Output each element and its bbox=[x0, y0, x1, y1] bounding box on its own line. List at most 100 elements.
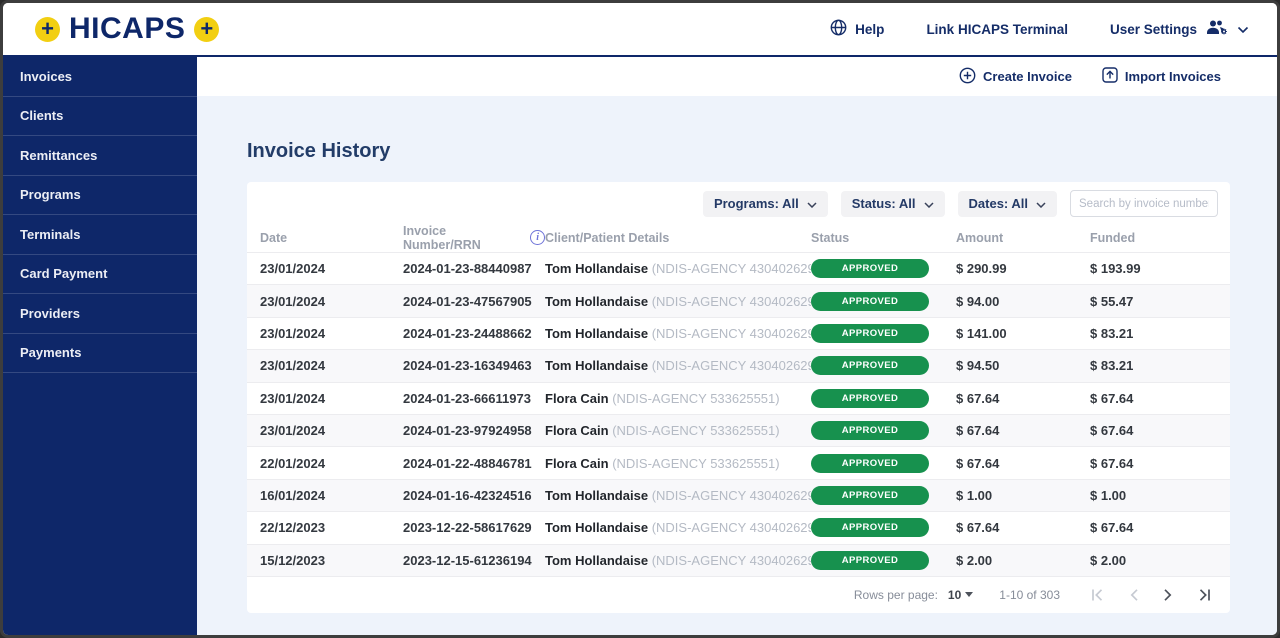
user-settings-menu[interactable]: User Settings bbox=[1110, 19, 1249, 39]
row-client-program: (NDIS-AGENCY 430402629) bbox=[652, 553, 811, 568]
rows-per-page-select[interactable]: 10 bbox=[948, 588, 973, 602]
row-status: APPROVED bbox=[811, 292, 956, 311]
top-header: + HICAPS + Help Link HICAPS Terminal Use… bbox=[3, 3, 1277, 57]
pager-controls bbox=[1090, 588, 1212, 602]
row-funded: $ 67.64 bbox=[1090, 456, 1217, 471]
invoice-history-card: Programs: All Status: All Dates: All bbox=[247, 182, 1230, 613]
row-client-details: Tom Hollandaise (NDIS-AGENCY 430402629) bbox=[545, 358, 811, 373]
table-row[interactable]: 15/12/2023 2023-12-15-61236194 Tom Holla… bbox=[247, 545, 1230, 577]
row-amount: $ 1.00 bbox=[956, 488, 1090, 503]
row-funded: $ 67.64 bbox=[1090, 391, 1217, 406]
row-client-name: Flora Cain bbox=[545, 456, 609, 471]
dates-filter-dropdown[interactable]: Dates: All bbox=[958, 191, 1057, 217]
link-hicaps-terminal-link[interactable]: Link HICAPS Terminal bbox=[926, 22, 1068, 37]
row-status: APPROVED bbox=[811, 389, 956, 408]
next-page-button[interactable] bbox=[1162, 588, 1174, 602]
sidebar-item-payments[interactable]: Payments bbox=[3, 334, 197, 374]
import-invoices-button[interactable]: Import Invoices bbox=[1102, 67, 1221, 86]
row-client-details: Tom Hollandaise (NDIS-AGENCY 430402629) bbox=[545, 553, 811, 568]
row-client-name: Tom Hollandaise bbox=[545, 294, 648, 309]
row-invoice-number: 2024-01-22-48846781 bbox=[403, 456, 545, 471]
row-amount: $ 94.00 bbox=[956, 294, 1090, 309]
status-badge: APPROVED bbox=[811, 518, 929, 537]
row-amount: $ 290.99 bbox=[956, 261, 1090, 276]
chevron-down-icon bbox=[1036, 196, 1046, 211]
row-date: 23/01/2024 bbox=[260, 423, 403, 438]
dates-filter-label: Dates: All bbox=[969, 196, 1028, 211]
table-row[interactable]: 23/01/2024 2024-01-23-47567905 Tom Holla… bbox=[247, 285, 1230, 317]
status-badge: APPROVED bbox=[811, 551, 929, 570]
search-input[interactable] bbox=[1070, 190, 1218, 217]
row-status: APPROVED bbox=[811, 551, 956, 570]
table-row[interactable]: 23/01/2024 2024-01-23-97924958 Flora Cai… bbox=[247, 415, 1230, 447]
table-body: 23/01/2024 2024-01-23-88440987 Tom Holla… bbox=[247, 253, 1230, 577]
table-header-row: Date Invoice Number/RRN i Client/Patient… bbox=[247, 223, 1230, 253]
row-client-details: Flora Cain (NDIS-AGENCY 533625551) bbox=[545, 423, 811, 438]
row-date: 22/12/2023 bbox=[260, 520, 403, 535]
row-client-program: (NDIS-AGENCY 533625551) bbox=[612, 391, 779, 406]
status-badge: APPROVED bbox=[811, 356, 929, 375]
sidebar-item-programs[interactable]: Programs bbox=[3, 176, 197, 216]
row-client-program: (NDIS-AGENCY 430402629) bbox=[652, 326, 811, 341]
status-filter-dropdown[interactable]: Status: All bbox=[841, 191, 945, 217]
row-status: APPROVED bbox=[811, 518, 956, 537]
row-amount: $ 67.64 bbox=[956, 391, 1090, 406]
sidebar-item-clients[interactable]: Clients bbox=[3, 97, 197, 137]
table-row[interactable]: 23/01/2024 2024-01-23-88440987 Tom Holla… bbox=[247, 253, 1230, 285]
row-amount: $ 141.00 bbox=[956, 326, 1090, 341]
row-client-program: (NDIS-AGENCY 430402629) bbox=[652, 488, 811, 503]
row-client-name: Tom Hollandaise bbox=[545, 488, 648, 503]
row-client-name: Tom Hollandaise bbox=[545, 358, 648, 373]
help-link[interactable]: Help bbox=[830, 19, 884, 39]
row-client-details: Tom Hollandaise (NDIS-AGENCY 430402629) bbox=[545, 261, 811, 276]
filter-bar: Programs: All Status: All Dates: All bbox=[247, 182, 1230, 223]
table-row[interactable]: 22/12/2023 2023-12-22-58617629 Tom Holla… bbox=[247, 512, 1230, 544]
sidebar-item-remittances[interactable]: Remittances bbox=[3, 136, 197, 176]
table-row[interactable]: 23/01/2024 2024-01-23-24488662 Tom Holla… bbox=[247, 318, 1230, 350]
first-page-button[interactable] bbox=[1090, 588, 1106, 602]
row-invoice-number: 2024-01-23-88440987 bbox=[403, 261, 545, 276]
pagination-range: 1-10 of 303 bbox=[999, 588, 1060, 602]
row-date: 23/01/2024 bbox=[260, 326, 403, 341]
create-invoice-button[interactable]: Create Invoice bbox=[959, 67, 1072, 87]
status-filter-label: Status: All bbox=[852, 196, 916, 211]
row-funded: $ 67.64 bbox=[1090, 423, 1217, 438]
row-date: 23/01/2024 bbox=[260, 261, 403, 276]
row-amount: $ 67.64 bbox=[956, 520, 1090, 535]
chevron-down-icon bbox=[807, 196, 817, 211]
row-client-details: Tom Hollandaise (NDIS-AGENCY 430402629) bbox=[545, 488, 811, 503]
table-row[interactable]: 23/01/2024 2024-01-23-66611973 Flora Cai… bbox=[247, 383, 1230, 415]
row-amount: $ 67.64 bbox=[956, 456, 1090, 471]
sidebar-item-providers[interactable]: Providers bbox=[3, 294, 197, 334]
column-header-funded: Funded bbox=[1090, 231, 1217, 245]
sidebar: InvoicesClientsRemittancesProgramsTermin… bbox=[3, 57, 197, 635]
row-invoice-number: 2024-01-23-66611973 bbox=[403, 391, 545, 406]
sidebar-item-terminals[interactable]: Terminals bbox=[3, 215, 197, 255]
row-client-name: Flora Cain bbox=[545, 391, 609, 406]
table-row[interactable]: 23/01/2024 2024-01-23-16349463 Tom Holla… bbox=[247, 350, 1230, 382]
last-page-button[interactable] bbox=[1196, 588, 1212, 602]
row-funded: $ 67.64 bbox=[1090, 520, 1217, 535]
app-window: + HICAPS + Help Link HICAPS Terminal Use… bbox=[0, 0, 1280, 638]
top-nav: Help Link HICAPS Terminal User Settings bbox=[830, 19, 1249, 39]
table-row[interactable]: 16/01/2024 2024-01-16-42324516 Tom Holla… bbox=[247, 480, 1230, 512]
row-client-program: (NDIS-AGENCY 430402629) bbox=[652, 294, 811, 309]
row-client-program: (NDIS-AGENCY 533625551) bbox=[612, 456, 779, 471]
sidebar-item-card-payment[interactable]: Card Payment bbox=[3, 255, 197, 295]
row-funded: $ 1.00 bbox=[1090, 488, 1217, 503]
row-client-program: (NDIS-AGENCY 430402629) bbox=[652, 261, 811, 276]
row-funded: $ 83.21 bbox=[1090, 326, 1217, 341]
info-icon[interactable]: i bbox=[530, 230, 545, 245]
link-terminal-label: Link HICAPS Terminal bbox=[926, 22, 1068, 37]
previous-page-button[interactable] bbox=[1128, 588, 1140, 602]
programs-filter-dropdown[interactable]: Programs: All bbox=[703, 191, 828, 217]
column-header-invoice-number: Invoice Number/RRN i bbox=[403, 224, 545, 252]
row-date: 23/01/2024 bbox=[260, 391, 403, 406]
row-status: APPROVED bbox=[811, 421, 956, 440]
main-content: Invoice History Programs: All Status: Al… bbox=[197, 96, 1277, 635]
table-row[interactable]: 22/01/2024 2024-01-22-48846781 Flora Cai… bbox=[247, 447, 1230, 479]
sidebar-item-invoices[interactable]: Invoices bbox=[3, 57, 197, 97]
chevron-down-icon bbox=[924, 196, 934, 211]
dropdown-arrow-icon bbox=[965, 592, 973, 597]
row-amount: $ 2.00 bbox=[956, 553, 1090, 568]
